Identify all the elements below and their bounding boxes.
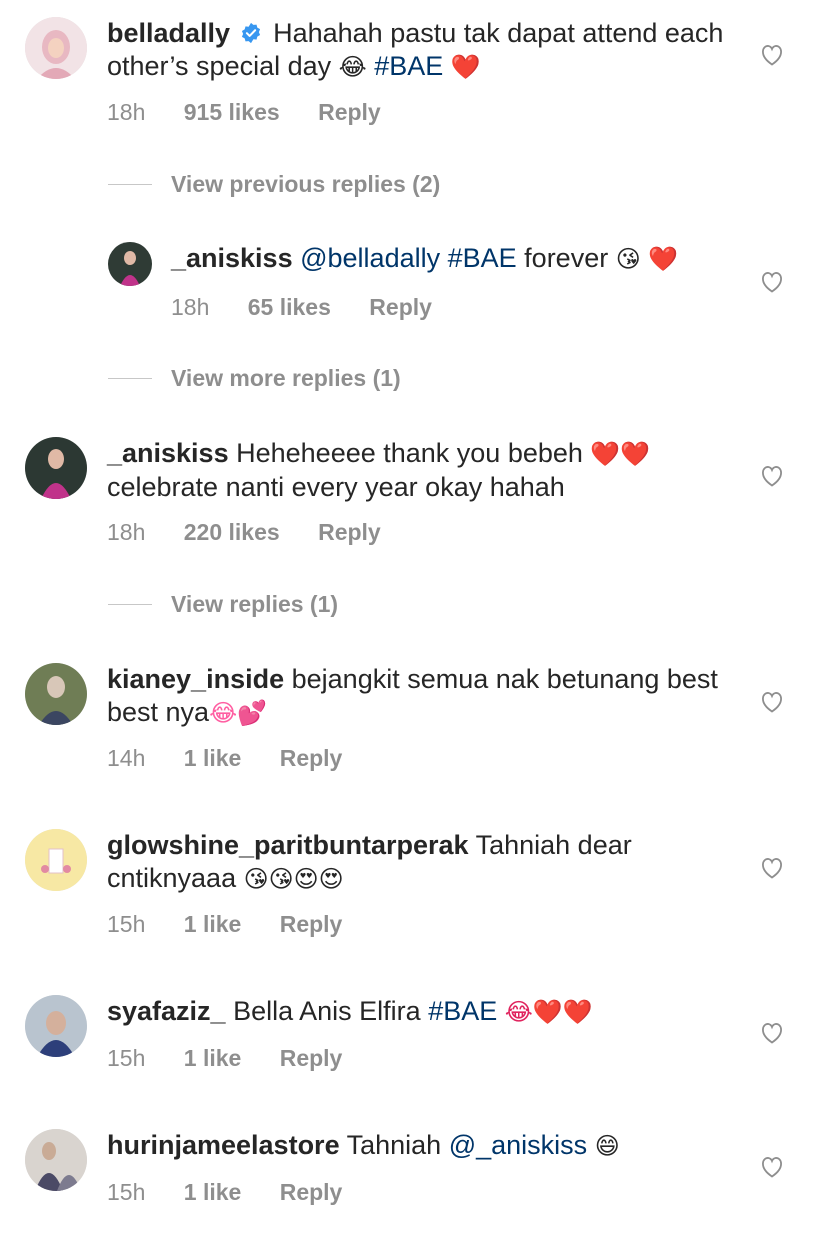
grinning-emoji-icon: 😄: [594, 1132, 620, 1160]
heart-outline-icon[interactable]: [760, 691, 784, 713]
comment-text: hurinjameelastore Tahniah @_aniskiss 😄: [107, 1129, 727, 1163]
laughing-hearts-emoji-icon: 😂💕: [209, 699, 268, 727]
heart-emoji-icon: ❤️: [648, 245, 679, 273]
likes-count[interactable]: 1 like: [184, 911, 242, 937]
hashtag-link[interactable]: #BAE: [448, 243, 517, 273]
kiss-emoji-icon: 😘: [615, 245, 641, 273]
heart-outline-icon[interactable]: [760, 271, 784, 293]
hashtag-link[interactable]: #BAE: [428, 996, 497, 1026]
thread-divider: [108, 184, 152, 185]
comment-body-continued: celebrate nanti every year okay hahah: [107, 472, 565, 502]
mention-link[interactable]: @_aniskiss: [449, 1130, 587, 1160]
likes-count[interactable]: 65 likes: [248, 294, 331, 320]
comment-text: glowshine_paritbuntarperak Tahniah dear …: [107, 829, 667, 896]
username[interactable]: _aniskiss: [107, 438, 229, 468]
comment-text: _aniskiss @belladally #BAE forever 😘 ❤️: [171, 242, 731, 276]
comment-meta: 15h 1 like Reply: [107, 911, 374, 938]
comment-meta: 18h 915 likes Reply: [107, 99, 413, 126]
reply-button[interactable]: Reply: [369, 294, 432, 320]
reply-button[interactable]: Reply: [280, 1045, 343, 1071]
thread-label: View replies (1): [171, 591, 339, 617]
avatar[interactable]: [25, 1129, 87, 1191]
comment-text: kianey_inside bejangkit semua nak betuna…: [107, 663, 727, 730]
timestamp: 15h: [107, 911, 146, 937]
heart-emoji-icon: ❤️: [450, 53, 481, 81]
mention-link[interactable]: @belladally: [300, 243, 440, 273]
verified-badge-icon: [241, 22, 260, 44]
reply-button[interactable]: Reply: [318, 519, 381, 545]
timestamp: 18h: [107, 519, 146, 545]
heart-outline-icon[interactable]: [760, 465, 784, 487]
comment-body: Tahniah: [346, 1130, 442, 1160]
comment-body: Heheheeee thank you bebeh: [236, 438, 583, 468]
heart-outline-icon[interactable]: [760, 857, 784, 879]
likes-count[interactable]: 220 likes: [184, 519, 280, 545]
comment-text: syafaziz_ Bella Anis Elfira #BAE 😂❤️❤️: [107, 995, 727, 1029]
timestamp: 15h: [107, 1045, 146, 1071]
reply-button[interactable]: Reply: [280, 1179, 343, 1205]
avatar[interactable]: [25, 829, 87, 891]
username[interactable]: belladally: [107, 18, 230, 48]
kiss-heart-eyes-emoji-icon: 😘😘😍😍: [243, 865, 344, 893]
avatar[interactable]: [108, 242, 152, 286]
avatar[interactable]: [25, 995, 87, 1057]
laughing-hearts-emoji-icon: 😂❤️❤️: [504, 998, 593, 1026]
username[interactable]: kianey_inside: [107, 664, 284, 694]
timestamp: 18h: [171, 294, 210, 320]
avatar[interactable]: [25, 17, 87, 79]
thread-label: View more replies (1): [171, 365, 401, 391]
heart-outline-icon[interactable]: [760, 44, 784, 66]
comment-body: forever: [524, 243, 609, 273]
comment-meta: 18h 220 likes Reply: [107, 519, 413, 546]
thread-label: View previous replies (2): [171, 171, 441, 197]
username[interactable]: syafaziz_: [107, 996, 226, 1026]
view-more-replies-button[interactable]: View more replies (1): [108, 365, 401, 392]
heart-outline-icon[interactable]: [760, 1022, 784, 1044]
heart-outline-icon[interactable]: [760, 1156, 784, 1178]
comment-body: Bella Anis Elfira: [233, 996, 421, 1026]
comment-meta: 15h 1 like Reply: [107, 1179, 374, 1206]
username[interactable]: _aniskiss: [171, 243, 293, 273]
avatar[interactable]: [25, 663, 87, 725]
timestamp: 15h: [107, 1179, 146, 1205]
comment-meta: 15h 1 like Reply: [107, 1045, 374, 1072]
reply-button[interactable]: Reply: [318, 99, 381, 125]
avatar[interactable]: [25, 437, 87, 499]
reply-button[interactable]: Reply: [280, 911, 343, 937]
timestamp: 18h: [107, 99, 146, 125]
thread-divider: [108, 604, 152, 605]
likes-count[interactable]: 1 like: [184, 745, 242, 771]
reply-button[interactable]: Reply: [280, 745, 343, 771]
username[interactable]: glowshine_paritbuntarperak: [107, 830, 469, 860]
comment-meta: 14h 1 like Reply: [107, 745, 374, 772]
username[interactable]: hurinjameelastore: [107, 1130, 340, 1160]
view-previous-replies-button[interactable]: View previous replies (2): [108, 171, 440, 198]
timestamp: 14h: [107, 745, 146, 771]
likes-count[interactable]: 915 likes: [184, 99, 280, 125]
comment-text: _aniskiss Heheheeee thank you bebeh ❤️❤️…: [107, 437, 727, 504]
likes-count[interactable]: 1 like: [184, 1045, 242, 1071]
hashtag-link[interactable]: #BAE: [374, 51, 443, 81]
heart-emoji-icon: ❤️❤️: [590, 440, 651, 468]
comment-text: belladally Hahahah pastu tak dapat atten…: [107, 17, 727, 84]
thread-divider: [108, 378, 152, 379]
comment-meta: 18h 65 likes Reply: [171, 294, 464, 321]
likes-count[interactable]: 1 like: [184, 1179, 242, 1205]
view-replies-button[interactable]: View replies (1): [108, 591, 338, 618]
laughing-emoji-icon: 😂: [338, 53, 367, 81]
